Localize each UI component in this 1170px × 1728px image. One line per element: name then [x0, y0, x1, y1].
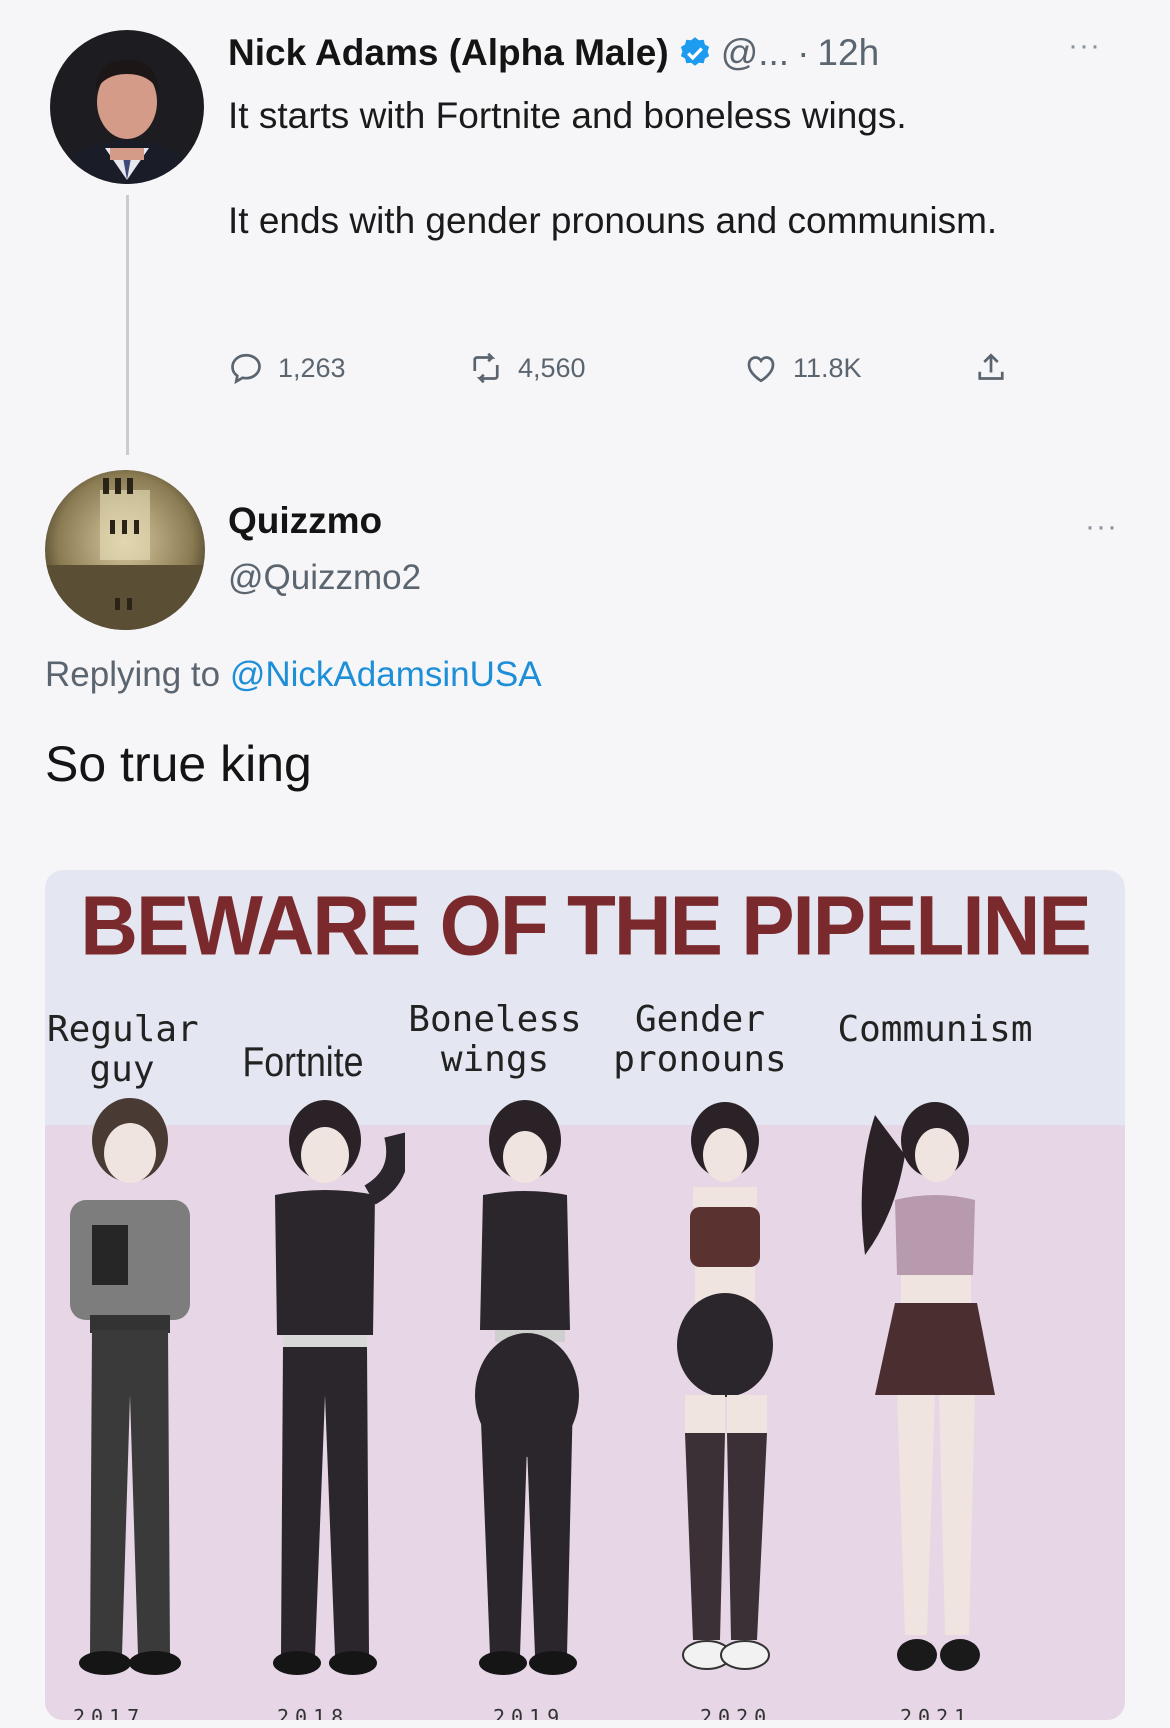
replying-to: Replying to @NickAdamsinUSA — [45, 655, 542, 695]
reply-button[interactable]: 1,263 — [228, 350, 428, 386]
reply-tweet: Quizzmo @Quizzmo2 ··· Replying to @NickA… — [0, 470, 1170, 810]
figure-fortnite — [273, 1100, 405, 1675]
tweet-time[interactable]: 12h — [817, 32, 879, 74]
author-handle[interactable]: @... — [721, 32, 789, 74]
author-name[interactable]: Nick Adams (Alpha Male) — [228, 32, 669, 74]
figure-communism — [861, 1102, 995, 1671]
figure-regular-guy — [70, 1098, 190, 1675]
tweet-text-line2: It ends with gender pronouns and communi… — [228, 200, 998, 241]
more-icon[interactable]: ··· — [1085, 510, 1118, 544]
original-tweet: Nick Adams (Alpha Male) @... · 12h ··· I… — [0, 0, 1170, 470]
avatar-quizzmo[interactable] — [45, 470, 205, 630]
year-label-2017: 2017 — [73, 1705, 146, 1720]
reply-count: 1,263 — [278, 352, 346, 383]
figure-gender-pronouns — [677, 1102, 773, 1670]
meme-title: BEWARE OF THE PIPELINE — [80, 878, 1091, 973]
replying-prefix: Replying to — [45, 655, 221, 694]
more-icon[interactable]: ··· — [1068, 31, 1118, 61]
like-button[interactable]: 11.8K — [743, 350, 943, 386]
stage-label-regular-guy: Regular guy — [47, 1009, 199, 1090]
tweet-text-line1: It starts with Fortnite and boneless win… — [228, 95, 907, 136]
reply-author-name[interactable]: Quizzmo — [228, 500, 382, 542]
like-icon — [747, 356, 775, 383]
share-icon — [978, 353, 1004, 380]
stage-label-gender-pronouns: Gender pronouns — [613, 999, 787, 1080]
meme-image[interactable]: BEWARE OF THE PIPELINE Regular guy Fortn… — [45, 870, 1125, 1720]
stage-label-communism: Communism — [837, 1009, 1033, 1050]
tweet-actions: 1,263 4,560 11.8K — [228, 340, 1023, 396]
verified-badge-icon — [677, 35, 713, 71]
like-count: 11.8K — [793, 352, 862, 383]
separator-dot: · — [797, 32, 810, 73]
tweet-header: Nick Adams (Alpha Male) @... · 12h — [228, 28, 1128, 78]
thread-line — [126, 195, 129, 455]
year-label-2020: 2020 — [700, 1705, 773, 1720]
year-label-2021: 2021 — [900, 1705, 973, 1720]
share-button[interactable] — [973, 350, 1023, 386]
tweet-text: It starts with Fortnite and boneless win… — [228, 90, 1108, 247]
stage-label-boneless-wings: Boneless wings — [408, 999, 582, 1080]
retweet-count: 4,560 — [518, 352, 586, 383]
reply-icon — [231, 353, 261, 385]
avatar-nick-adams[interactable] — [50, 30, 204, 184]
year-label-2019: 2019 — [493, 1705, 566, 1720]
replying-mention-link[interactable]: @NickAdamsinUSA — [230, 655, 542, 694]
stage-label-fortnite: Fortnite — [242, 1038, 364, 1085]
reply-author-handle[interactable]: @Quizzmo2 — [228, 558, 421, 598]
retweet-button[interactable]: 4,560 — [468, 350, 703, 386]
retweet-icon — [473, 352, 499, 384]
reply-text: So true king — [45, 736, 312, 792]
figure-boneless-wings — [475, 1100, 579, 1675]
year-label-2018: 2018 — [277, 1705, 350, 1720]
